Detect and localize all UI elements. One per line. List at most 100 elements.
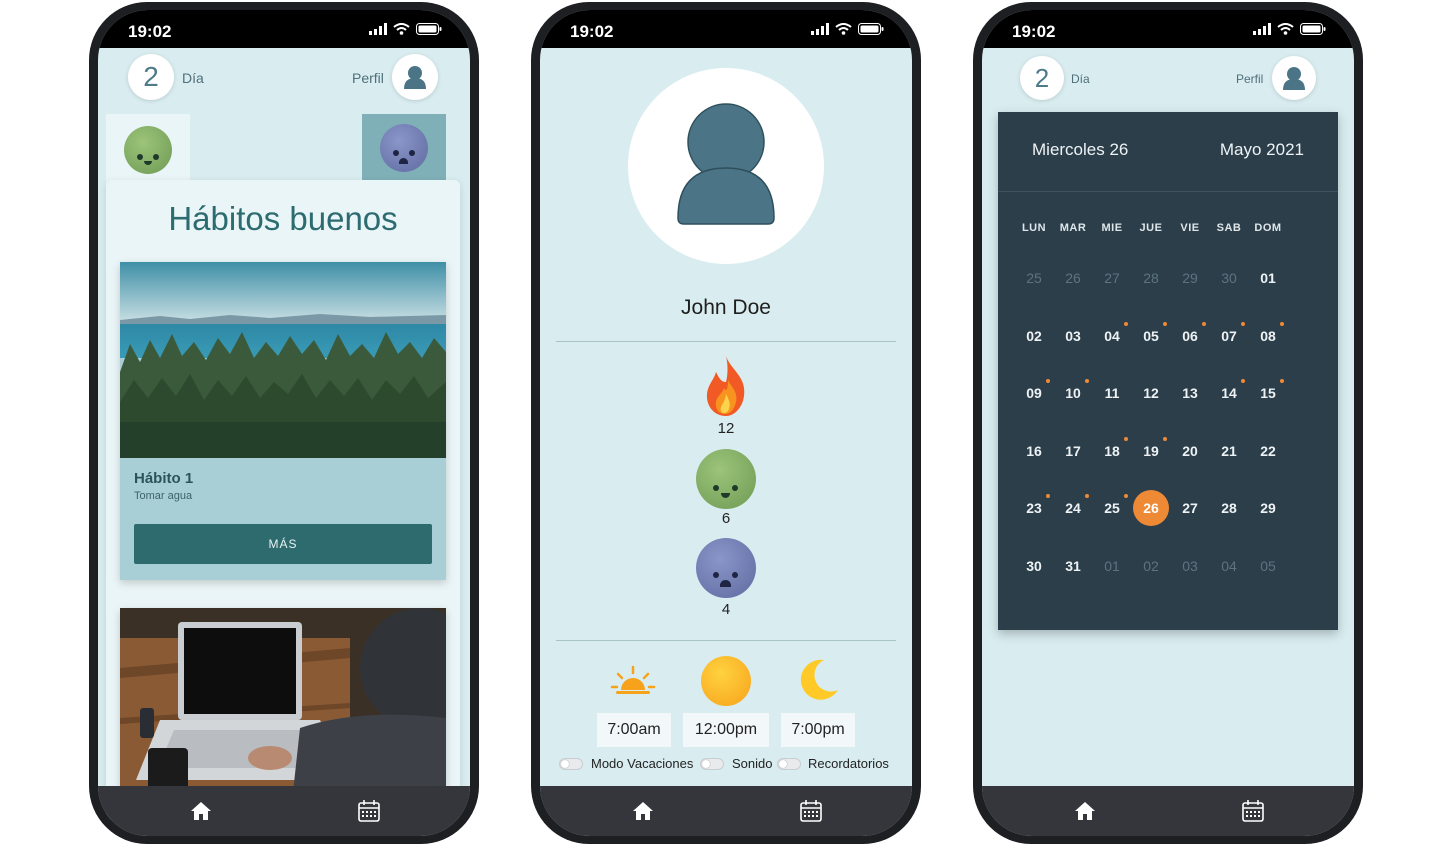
profile-avatar-icon xyxy=(404,66,426,89)
weekday-jue: JUE xyxy=(1139,222,1163,234)
calendar-day[interactable]: 21 xyxy=(1211,433,1247,469)
habit-marker-dot xyxy=(1085,494,1089,498)
sunrise-icon xyxy=(610,665,656,694)
day-counter[interactable]: 2 xyxy=(128,54,174,100)
profile-avatar[interactable] xyxy=(628,68,824,264)
evening-time-field[interactable]: 7:00pm xyxy=(781,713,855,747)
status-bar: 19:02 xyxy=(540,10,912,48)
happy-face-icon xyxy=(124,126,172,174)
noon-time-field[interactable]: 12:00pm xyxy=(683,713,769,747)
day-number: 2 xyxy=(143,61,159,92)
calendar-day[interactable]: 01 xyxy=(1250,260,1286,296)
habit-marker-dot xyxy=(1280,379,1284,383)
calendar-screen: 19:02 2 Día Perfil Miercoles 26 Mayo 202… xyxy=(982,10,1354,836)
profile-button[interactable] xyxy=(392,54,438,100)
calendar-day[interactable]: 28 xyxy=(1133,260,1169,296)
tab-good-habits[interactable] xyxy=(106,114,190,184)
battery-icon xyxy=(416,23,442,35)
calendar-day[interactable]: 29 xyxy=(1172,260,1208,296)
sun-icon xyxy=(701,656,751,706)
calendar-day[interactable]: 27 xyxy=(1094,260,1130,296)
day-number: 2 xyxy=(1034,62,1050,93)
calendar-day[interactable]: 11 xyxy=(1094,375,1130,411)
month-label[interactable]: Mayo 2021 xyxy=(1220,140,1304,160)
status-icons xyxy=(811,23,884,35)
phone-calendar: 19:02 2 Día Perfil Miercoles 26 Mayo 202… xyxy=(973,2,1363,844)
more-button[interactable]: MÁS xyxy=(134,524,432,564)
reminders-toggle[interactable] xyxy=(777,758,801,770)
tab-bad-habits[interactable] xyxy=(362,114,446,184)
calendar-day[interactable]: 20 xyxy=(1172,433,1208,469)
habit-subtitle: Tomar agua xyxy=(134,490,193,502)
signal-icon xyxy=(369,23,387,35)
reminders-label: Recordatorios xyxy=(808,756,889,771)
home-icon[interactable] xyxy=(630,798,656,824)
calendar-day[interactable]: 26 xyxy=(1055,260,1091,296)
habit-marker-dot xyxy=(1241,379,1245,383)
wifi-icon xyxy=(1277,23,1294,35)
calendar-day[interactable]: 25 xyxy=(1016,260,1052,296)
calendar-day[interactable]: 04 xyxy=(1211,548,1247,584)
divider xyxy=(556,341,896,342)
calendar-day-selected[interactable]: 26 xyxy=(1133,490,1169,526)
calendar-day[interactable]: 03 xyxy=(1055,318,1091,354)
habit-marker-dot xyxy=(1163,437,1167,441)
status-time: 19:02 xyxy=(1012,22,1056,41)
good-habits-count: 6 xyxy=(721,510,731,527)
vacation-mode-label: Modo Vacaciones xyxy=(591,756,694,771)
vacation-mode-toggle[interactable] xyxy=(559,758,583,770)
weekday-dom: DOM xyxy=(1254,222,1282,234)
profile-label: Perfil xyxy=(352,70,384,86)
calendar-day[interactable]: 16 xyxy=(1016,433,1052,469)
sad-face-icon xyxy=(696,538,756,598)
sound-toggle[interactable] xyxy=(700,758,724,770)
habits-panel: Hábitos buenos Hábito 1 Tomar agua MÁS xyxy=(106,180,460,820)
calendar-day[interactable]: 27 xyxy=(1172,490,1208,526)
user-silhouette-icon xyxy=(677,103,775,225)
weekday-sab: SAB xyxy=(1216,222,1242,234)
day-counter[interactable]: 2 xyxy=(1020,56,1064,100)
day-label: Día xyxy=(1071,72,1090,86)
calendar-icon[interactable] xyxy=(1240,798,1266,824)
calendar-day[interactable]: 12 xyxy=(1133,375,1169,411)
sound-label: Sonido xyxy=(732,756,773,771)
habits-screen: 19:02 2 Día Perfil Hábitos buenos Hábito… xyxy=(98,10,470,836)
calendar-day[interactable]: 01 xyxy=(1094,548,1130,584)
fire-icon xyxy=(706,356,745,416)
calendar-day[interactable]: 05 xyxy=(1250,548,1286,584)
calendar-day[interactable]: 13 xyxy=(1172,375,1208,411)
profile-button[interactable] xyxy=(1272,56,1316,100)
calendar-day[interactable]: 30 xyxy=(1016,548,1052,584)
moon-icon xyxy=(800,659,838,700)
calendar-icon[interactable] xyxy=(798,798,824,824)
status-icons xyxy=(369,23,442,35)
status-time: 19:02 xyxy=(570,22,614,41)
wifi-icon xyxy=(835,23,852,35)
calendar-day[interactable]: 03 xyxy=(1172,548,1208,584)
calendar-day[interactable]: 17 xyxy=(1055,433,1091,469)
habit-card[interactable]: Hábito 1 Tomar agua MÁS xyxy=(120,262,446,580)
calendar-day[interactable]: 22 xyxy=(1250,433,1286,469)
user-name: John Doe xyxy=(681,296,771,319)
calendar-day[interactable]: 28 xyxy=(1211,490,1247,526)
phone-profile: 19:02 John Doe 12 6 4 7:00am 12:00pm 7:0… xyxy=(531,2,921,844)
habit-marker-dot xyxy=(1124,437,1128,441)
habit-marker-dot xyxy=(1280,322,1284,326)
calendar-day[interactable]: 02 xyxy=(1016,318,1052,354)
habit-lake-forest-image xyxy=(120,262,446,458)
morning-time-field[interactable]: 7:00am xyxy=(597,713,671,747)
calendar-day[interactable]: 31 xyxy=(1055,548,1091,584)
calendar-day[interactable]: 02 xyxy=(1133,548,1169,584)
calendar-header: Miercoles 26 Mayo 2021 xyxy=(998,112,1338,192)
weekday-vie: VIE xyxy=(1180,222,1200,234)
calendar-day[interactable]: 30 xyxy=(1211,260,1247,296)
calendar-day[interactable]: 29 xyxy=(1250,490,1286,526)
calendar-icon[interactable] xyxy=(356,798,382,824)
home-icon[interactable] xyxy=(188,798,214,824)
habit-marker-dot xyxy=(1046,494,1050,498)
bottom-nav xyxy=(540,786,912,836)
signal-icon xyxy=(811,23,829,35)
home-icon[interactable] xyxy=(1072,798,1098,824)
phone-habits: 19:02 2 Día Perfil Hábitos buenos Hábito… xyxy=(89,2,479,844)
day-label: Día xyxy=(182,70,204,86)
